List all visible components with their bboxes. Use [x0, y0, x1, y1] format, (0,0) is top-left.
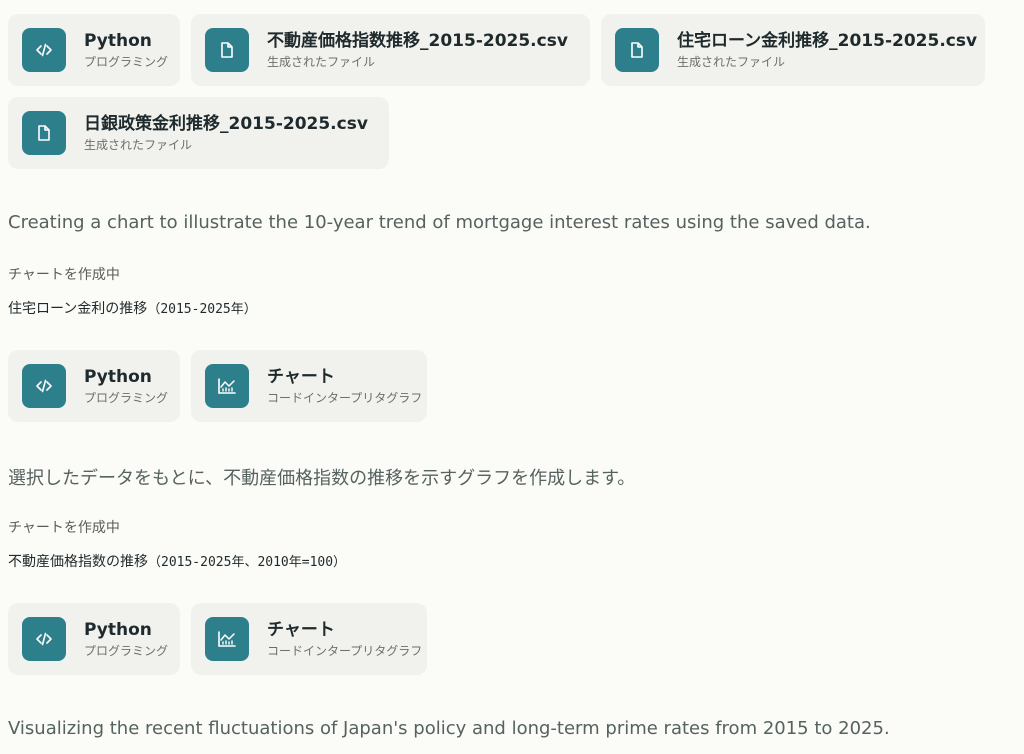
card-title: チャート — [267, 619, 335, 640]
chart-icon — [205, 364, 249, 408]
chart-title: 不動産価格指数の推移（2015-2025年、2010年=100） — [8, 551, 346, 571]
file-card-mortgage-rates[interactable]: 住宅ローン金利推移_2015-2025.csv 生成されたファイル — [601, 14, 985, 86]
status-text: チャートを作成中 — [8, 520, 120, 536]
assistant-message: 選択したデータをもとに、不動産価格指数の推移を示すグラフを作成します。 — [8, 468, 636, 489]
card-title: 不動産価格指数推移_2015-2025.csv — [267, 30, 568, 51]
card-subtitle: 生成されたファイル — [677, 54, 786, 69]
python-card[interactable]: Python プログラミング — [8, 350, 180, 422]
python-card[interactable]: Python プログラミング — [8, 14, 180, 86]
card-title: Python — [84, 366, 152, 387]
chart-title-range: （2015-2025年） — [147, 302, 257, 317]
chart-card[interactable]: チャート コードインタープリタグラフ — [191, 603, 427, 675]
assistant-message: Creating a chart to illustrate the 10-ye… — [8, 212, 871, 233]
chart-title-main: 不動産価格指数の推移 — [8, 554, 148, 570]
file-icon — [22, 111, 66, 155]
assistant-message: Visualizing the recent fluctuations of J… — [8, 718, 890, 739]
code-icon — [22, 617, 66, 661]
card-subtitle: プログラミング — [84, 390, 169, 405]
file-card-real-estate-index[interactable]: 不動産価格指数推移_2015-2025.csv 生成されたファイル — [191, 14, 590, 86]
card-subtitle: プログラミング — [84, 54, 169, 69]
card-subtitle: 生成されたファイル — [84, 137, 193, 152]
card-title: チャート — [267, 366, 335, 387]
chart-title-main: 住宅ローン金利の推移 — [8, 301, 148, 317]
card-title: Python — [84, 30, 152, 51]
card-title: Python — [84, 619, 152, 640]
card-subtitle: コードインタープリタグラフ — [267, 643, 423, 658]
card-subtitle: コードインタープリタグラフ — [267, 390, 423, 405]
python-card[interactable]: Python プログラミング — [8, 603, 180, 675]
chart-icon — [205, 617, 249, 661]
file-icon — [205, 28, 249, 72]
card-title: 日銀政策金利推移_2015-2025.csv — [84, 113, 368, 134]
chart-title: 住宅ローン金利の推移（2015-2025年） — [8, 298, 257, 318]
card-subtitle: プログラミング — [84, 643, 169, 658]
chart-card[interactable]: チャート コードインタープリタグラフ — [191, 350, 427, 422]
code-icon — [22, 28, 66, 72]
file-icon — [615, 28, 659, 72]
card-subtitle: 生成されたファイル — [267, 54, 376, 69]
file-card-boj-policy-rate[interactable]: 日銀政策金利推移_2015-2025.csv 生成されたファイル — [8, 97, 389, 169]
chart-title-range: （2015-2025年、2010年=100） — [148, 555, 347, 570]
status-text: チャートを作成中 — [8, 267, 120, 283]
card-title: 住宅ローン金利推移_2015-2025.csv — [677, 30, 978, 51]
code-icon — [22, 364, 66, 408]
